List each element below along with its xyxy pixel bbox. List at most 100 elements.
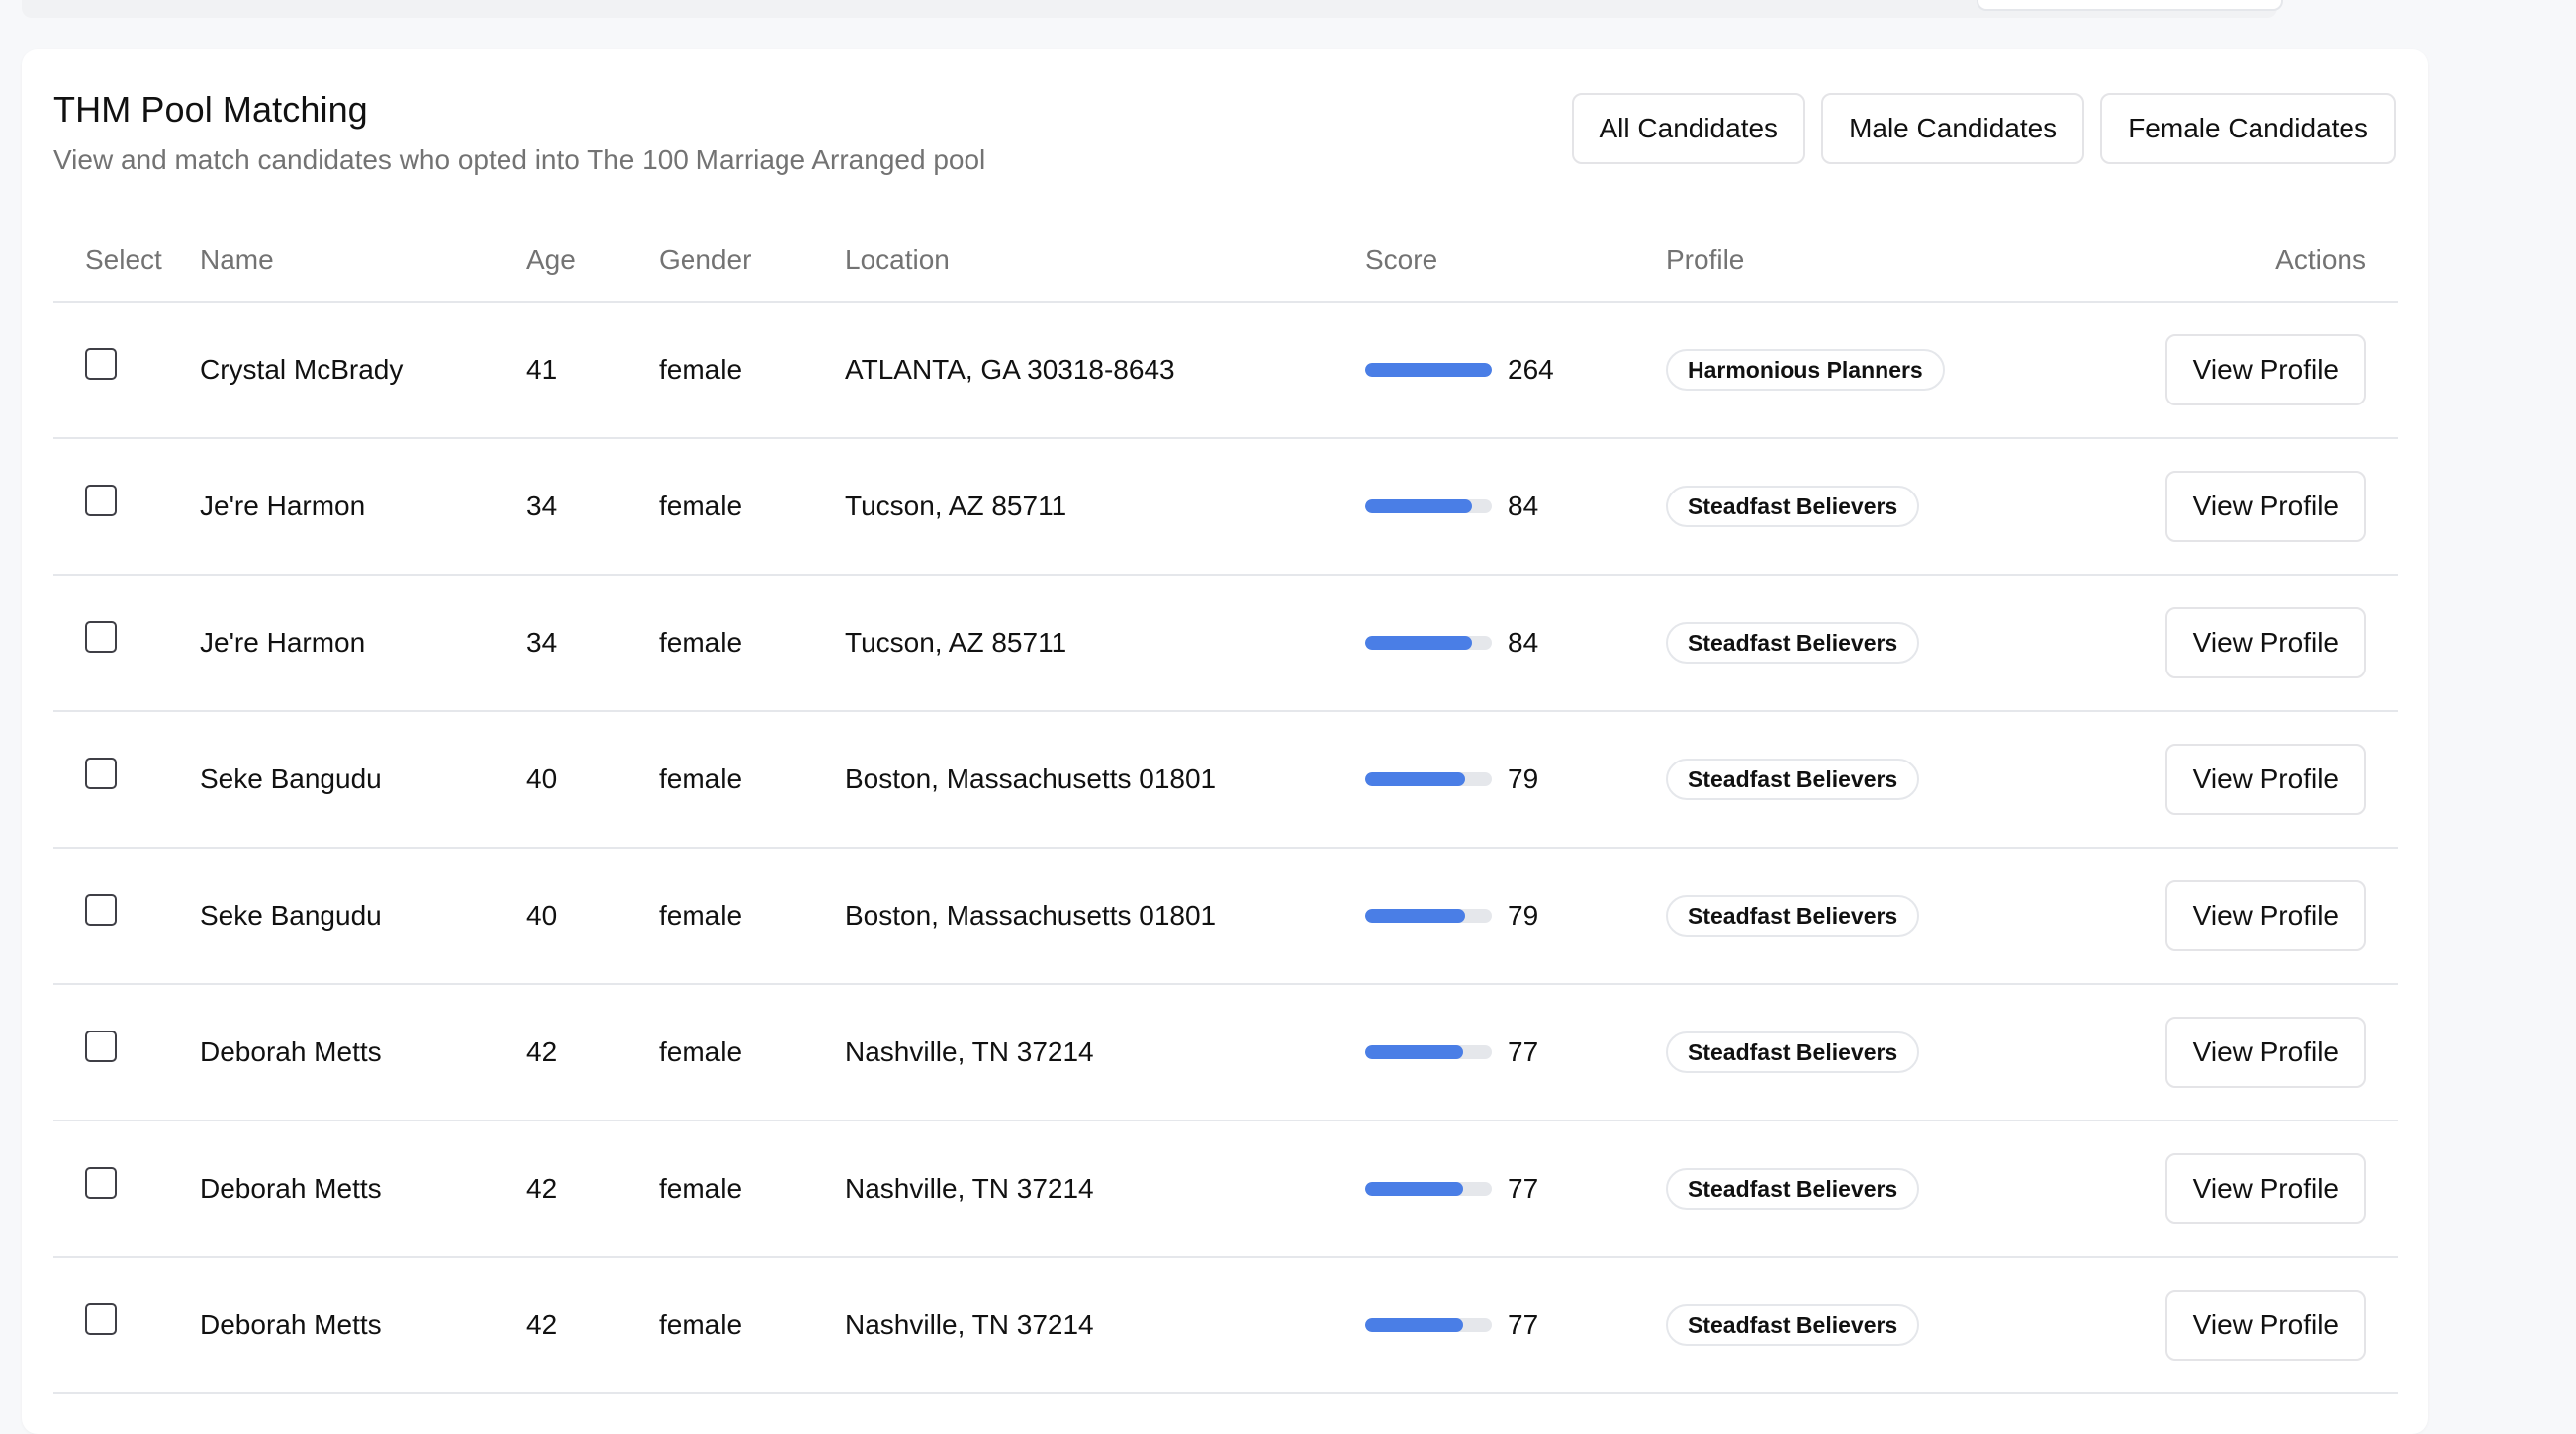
score-bar-track	[1365, 909, 1492, 923]
candidate-name: Crystal McBrady	[200, 354, 404, 385]
score-value: 84	[1508, 627, 1539, 658]
table-row: Deborah Metts 42 female Nashville, TN 37…	[53, 1258, 2398, 1394]
score-bar-track	[1365, 772, 1492, 786]
score-value: 77	[1508, 1036, 1539, 1067]
view-profile-button[interactable]: View Profile	[2164, 607, 2366, 678]
gender-filter-group: All Candidates Male Candidates Female Ca…	[1571, 93, 2396, 164]
candidate-score: 79	[1365, 763, 1666, 795]
candidate-age: 40	[526, 900, 558, 931]
table-row: Deborah Metts 42 female Nashville, TN 37…	[53, 1121, 2398, 1258]
candidate-location: Nashville, TN 37214	[845, 1036, 1094, 1067]
score-bar-fill	[1365, 1318, 1463, 1332]
score-value: 79	[1508, 900, 1539, 931]
profile-badge: Steadfast Believers	[1666, 486, 1920, 527]
header-age: Age	[526, 244, 576, 275]
candidate-location: Tucson, AZ 85711	[845, 491, 1067, 521]
view-profile-button[interactable]: View Profile	[2164, 744, 2366, 815]
table-row: Crystal McBrady 41 female ATLANTA, GA 30…	[53, 303, 2398, 439]
candidate-name: Deborah Metts	[200, 1173, 382, 1204]
view-profile-button[interactable]: View Profile	[2164, 1153, 2366, 1224]
profile-badge: Steadfast Believers	[1666, 759, 1920, 800]
row-select-checkbox[interactable]	[85, 485, 117, 516]
score-bar-track	[1365, 636, 1492, 650]
header-select: Select	[85, 244, 162, 275]
female-candidates-button[interactable]: Female Candidates	[2100, 93, 2396, 164]
card-header: THM Pool Matching View and match candida…	[53, 89, 985, 176]
candidate-gender: female	[659, 354, 743, 385]
candidate-location: Nashville, TN 37214	[845, 1309, 1094, 1340]
all-candidates-button[interactable]: All Candidates	[1571, 93, 1806, 164]
profile-badge: Steadfast Believers	[1666, 1031, 1920, 1073]
view-profile-button[interactable]: View Profile	[2164, 471, 2366, 542]
table-header-row: Select Name Age Gender Location Score Pr…	[53, 220, 2398, 303]
header-score: Score	[1365, 244, 1438, 275]
profile-badge: Steadfast Believers	[1666, 1168, 1920, 1210]
candidate-name: Je're Harmon	[200, 627, 366, 658]
page-subtitle: View and match candidates who opted into…	[53, 144, 986, 175]
profile-badge: Steadfast Believers	[1666, 895, 1920, 937]
candidate-gender: female	[659, 491, 743, 521]
score-bar-fill	[1365, 499, 1472, 513]
score-value: 79	[1508, 763, 1539, 794]
candidate-name: Deborah Metts	[200, 1036, 382, 1067]
row-select-checkbox[interactable]	[85, 758, 117, 789]
view-profile-button[interactable]: View Profile	[2164, 334, 2366, 405]
score-bar-fill	[1365, 909, 1466, 923]
row-select-checkbox[interactable]	[85, 1031, 117, 1062]
table-row: Seke Bangudu 40 female Boston, Massachus…	[53, 849, 2398, 985]
header-location: Location	[845, 244, 950, 275]
page-title: THM Pool Matching	[53, 89, 368, 130]
row-select-checkbox[interactable]	[85, 894, 117, 926]
score-bar-fill	[1365, 1182, 1463, 1196]
candidate-gender: female	[659, 1036, 743, 1067]
score-bar-fill	[1365, 1045, 1463, 1059]
row-select-checkbox[interactable]	[85, 621, 117, 653]
candidate-age: 34	[526, 491, 558, 521]
candidate-age: 40	[526, 763, 558, 794]
score-bar-track	[1365, 1318, 1492, 1332]
candidate-score: 84	[1365, 491, 1666, 522]
row-select-checkbox[interactable]	[85, 1303, 117, 1335]
score-value: 84	[1508, 491, 1539, 521]
score-bar-track	[1365, 363, 1492, 377]
candidate-gender: female	[659, 1173, 743, 1204]
candidate-gender: female	[659, 763, 743, 794]
candidate-location: Tucson, AZ 85711	[845, 627, 1067, 658]
candidate-name: Je're Harmon	[200, 491, 366, 521]
candidate-age: 42	[526, 1173, 558, 1204]
score-bar-fill	[1365, 636, 1472, 650]
header-actions: Actions	[2275, 244, 2366, 275]
header-gender: Gender	[659, 244, 752, 275]
view-profile-button[interactable]: View Profile	[2164, 1017, 2366, 1088]
score-bar-track	[1365, 499, 1492, 513]
candidate-score: 264	[1365, 354, 1666, 386]
profile-badge: Steadfast Believers	[1666, 622, 1920, 664]
row-select-checkbox[interactable]	[85, 1167, 117, 1199]
candidate-location: Boston, Massachusetts 01801	[845, 763, 1217, 794]
score-bar-track	[1365, 1182, 1492, 1196]
score-bar-fill	[1365, 363, 1492, 377]
view-profile-button[interactable]: View Profile	[2164, 1290, 2366, 1361]
table-row: Deborah Metts 42 female Nashville, TN 37…	[53, 985, 2398, 1121]
candidate-location: Boston, Massachusetts 01801	[845, 900, 1217, 931]
candidate-score: 84	[1365, 627, 1666, 659]
candidate-gender: female	[659, 627, 743, 658]
previous-panel-edge	[22, 0, 2277, 18]
score-value: 77	[1508, 1173, 1539, 1204]
header-profile: Profile	[1666, 244, 1745, 275]
male-candidates-button[interactable]: Male Candidates	[1821, 93, 2085, 164]
candidate-location: ATLANTA, GA 30318-8643	[845, 354, 1175, 385]
view-profile-button[interactable]: View Profile	[2164, 880, 2366, 951]
table-row: Je're Harmon 34 female Tucson, AZ 85711 …	[53, 439, 2398, 576]
score-bar-track	[1365, 1045, 1492, 1059]
table-row: Je're Harmon 34 female Tucson, AZ 85711 …	[53, 576, 2398, 712]
candidate-location: Nashville, TN 37214	[845, 1173, 1094, 1204]
candidate-gender: female	[659, 1309, 743, 1340]
candidate-name: Seke Bangudu	[200, 900, 382, 931]
candidate-score: 77	[1365, 1173, 1666, 1205]
score-value: 264	[1508, 354, 1554, 385]
candidates-table: Select Name Age Gender Location Score Pr…	[53, 220, 2398, 1394]
row-select-checkbox[interactable]	[85, 348, 117, 380]
table-row: Seke Bangudu 40 female Boston, Massachus…	[53, 712, 2398, 849]
candidate-gender: female	[659, 900, 743, 931]
